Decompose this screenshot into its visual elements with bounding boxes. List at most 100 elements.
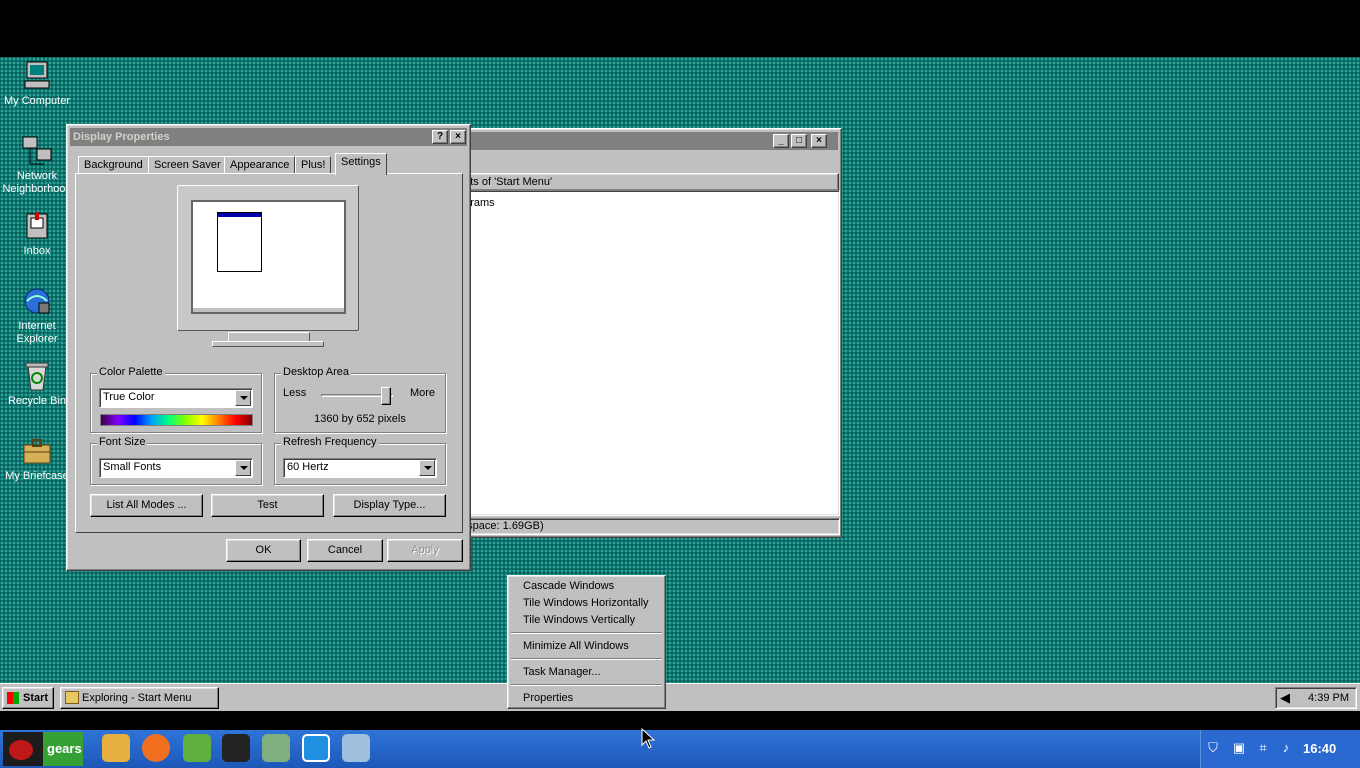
explorer-column-header[interactable]: ents of 'Start Menu' bbox=[454, 173, 839, 191]
recycle-bin-icon bbox=[21, 360, 53, 392]
font-size-select[interactable]: Small Fonts bbox=[99, 458, 253, 478]
disc-icon[interactable] bbox=[342, 734, 370, 762]
explorer-icon bbox=[65, 691, 79, 704]
desktop-icon-label: Internet Explorer bbox=[16, 320, 58, 345]
minimize-button[interactable]: _ bbox=[773, 134, 789, 148]
taskbar-task-exploring[interactable]: Exploring - Start Menu bbox=[60, 687, 219, 709]
gears-logo-icon bbox=[9, 740, 33, 760]
task-label: Exploring - Start Menu bbox=[82, 692, 192, 704]
display-type-button[interactable]: Display Type... bbox=[333, 494, 446, 517]
menu-item-properties[interactable]: Properties bbox=[511, 690, 662, 707]
speaker-icon[interactable]: ◀ bbox=[1280, 690, 1290, 706]
slider-more-label: More bbox=[409, 387, 435, 399]
refresh-frequency-value: 60 Hertz bbox=[287, 461, 329, 473]
preview-window bbox=[217, 212, 262, 272]
win-taskbar: Start Exploring - Start Menu ◀ 4:39 PM bbox=[0, 683, 1360, 711]
network-neighborhood-icon bbox=[21, 135, 53, 167]
menu-item-cascade[interactable]: Cascade Windows bbox=[511, 578, 662, 595]
close-button[interactable]: × bbox=[450, 130, 466, 144]
tab-screen-saver[interactable]: Screen Saver bbox=[148, 156, 227, 174]
start-label: Start bbox=[23, 692, 49, 704]
clipboard-icon[interactable]: ▣ bbox=[1231, 740, 1247, 756]
menu-item-minimize-all[interactable]: Minimize All Windows bbox=[511, 638, 662, 655]
terminal-icon[interactable] bbox=[222, 734, 250, 762]
color-spectrum-bar bbox=[100, 414, 253, 426]
browser-icon[interactable] bbox=[142, 734, 170, 762]
tab-settings[interactable]: Settings bbox=[335, 153, 387, 175]
inbox-icon bbox=[21, 210, 53, 242]
display-properties-dialog: Display Properties ? × Background Screen… bbox=[66, 124, 471, 571]
menu-separator bbox=[511, 632, 662, 634]
monitor-screen bbox=[191, 200, 346, 314]
host-gap bbox=[0, 711, 1360, 730]
refresh-frequency-label: Refresh Frequency bbox=[281, 436, 379, 448]
resolution-text: 1360 by 652 pixels bbox=[314, 413, 406, 425]
gears-label: gears bbox=[47, 741, 82, 756]
menu-item-task-manager[interactable]: Task Manager... bbox=[511, 664, 662, 681]
desktop-icon-label: My Briefcase bbox=[5, 470, 69, 482]
start-button[interactable]: Start bbox=[2, 687, 54, 709]
desktop-icon-recycle-bin[interactable]: Recycle Bin bbox=[0, 360, 74, 408]
font-size-value: Small Fonts bbox=[103, 461, 162, 473]
refresh-frequency-group: Refresh Frequency 60 Hertz bbox=[274, 436, 446, 485]
internet-explorer-icon bbox=[21, 285, 53, 317]
dialog-title-bar[interactable]: Display Properties bbox=[70, 128, 467, 146]
cancel-button[interactable]: Cancel bbox=[307, 539, 383, 562]
color-palette-group: Color Palette True Color bbox=[90, 366, 262, 433]
briefcase-icon bbox=[21, 435, 53, 467]
resolution-slider-thumb[interactable] bbox=[381, 387, 391, 405]
slider-less-label: Less bbox=[283, 387, 307, 399]
refresh-frequency-select[interactable]: 60 Hertz bbox=[283, 458, 437, 478]
monitor-base bbox=[212, 341, 324, 347]
chevron-down-icon[interactable] bbox=[235, 390, 251, 406]
tab-background[interactable]: Background bbox=[78, 156, 149, 174]
desktop-icon-label: Network Neighborhood bbox=[2, 170, 72, 195]
desktop-icon-label: My Computer bbox=[3, 95, 71, 107]
desktop-area-group: Desktop Area Less More 1360 by 652 pixel… bbox=[274, 366, 446, 433]
color-palette-select[interactable]: True Color bbox=[99, 388, 253, 408]
screen: My Computer Network Neighborhood Inbox I… bbox=[0, 0, 1360, 768]
win-tray: ◀ 4:39 PM bbox=[1275, 687, 1357, 709]
desktop-icon-my-computer[interactable]: My Computer bbox=[0, 60, 74, 108]
apply-button[interactable]: Apply bbox=[387, 539, 463, 562]
menu-item-tile-vertical[interactable]: Tile Windows Vertically bbox=[511, 612, 662, 629]
spreadsheet-icon[interactable] bbox=[183, 734, 211, 762]
taskbar-context-menu: Cascade Windows Tile Windows Horizontall… bbox=[507, 575, 666, 709]
font-size-group: Font Size Small Fonts bbox=[90, 436, 262, 485]
menu-item-tile-horizontal[interactable]: Tile Windows Horizontally bbox=[511, 595, 662, 612]
gears-menu-button[interactable]: gears bbox=[3, 732, 83, 766]
windows-logo-icon bbox=[7, 692, 19, 704]
network-icon[interactable]: ⌗ bbox=[1255, 740, 1271, 756]
help-button[interactable]: ? bbox=[432, 130, 448, 144]
dialog-title: Display Properties bbox=[73, 131, 170, 143]
desktop-icon-label: Inbox bbox=[23, 245, 51, 257]
shield-icon[interactable]: ⛉ bbox=[1205, 740, 1221, 756]
monitor-icon[interactable] bbox=[302, 734, 330, 762]
desktop-icon-briefcase[interactable]: My Briefcase bbox=[0, 435, 74, 483]
settings-icon[interactable] bbox=[262, 734, 290, 762]
list-all-modes-button[interactable]: List All Modes ... bbox=[90, 494, 203, 517]
tab-appearance[interactable]: Appearance bbox=[224, 156, 296, 174]
font-size-label: Font Size bbox=[97, 436, 148, 448]
color-palette-value: True Color bbox=[103, 391, 155, 403]
desktop-icon-network[interactable]: Network Neighborhood bbox=[0, 135, 74, 196]
maximize-button[interactable]: □ bbox=[791, 134, 807, 148]
ok-button[interactable]: OK bbox=[226, 539, 301, 562]
mouse-cursor-icon bbox=[641, 728, 656, 749]
host-clock[interactable]: 16:40 bbox=[1303, 741, 1336, 756]
chevron-down-icon[interactable] bbox=[235, 460, 251, 476]
close-button[interactable]: × bbox=[811, 134, 827, 148]
volume-icon[interactable]: ♪ bbox=[1278, 740, 1294, 756]
win-clock[interactable]: 4:39 PM bbox=[1308, 692, 1349, 704]
desktop-area-label: Desktop Area bbox=[281, 366, 352, 378]
test-button[interactable]: Test bbox=[211, 494, 324, 517]
desktop-icon-label: Recycle Bin bbox=[7, 395, 67, 407]
color-palette-label: Color Palette bbox=[97, 366, 165, 378]
files-icon[interactable] bbox=[102, 734, 130, 762]
chevron-down-icon[interactable] bbox=[419, 460, 435, 476]
tab-plus[interactable]: Plus! bbox=[295, 156, 332, 174]
desktop-icon-inbox[interactable]: Inbox bbox=[0, 210, 74, 258]
desktop-icon-internet-explorer[interactable]: Internet Explorer bbox=[0, 285, 74, 346]
monitor-preview bbox=[177, 185, 359, 331]
explorer-content[interactable]: ograms bbox=[454, 190, 840, 516]
